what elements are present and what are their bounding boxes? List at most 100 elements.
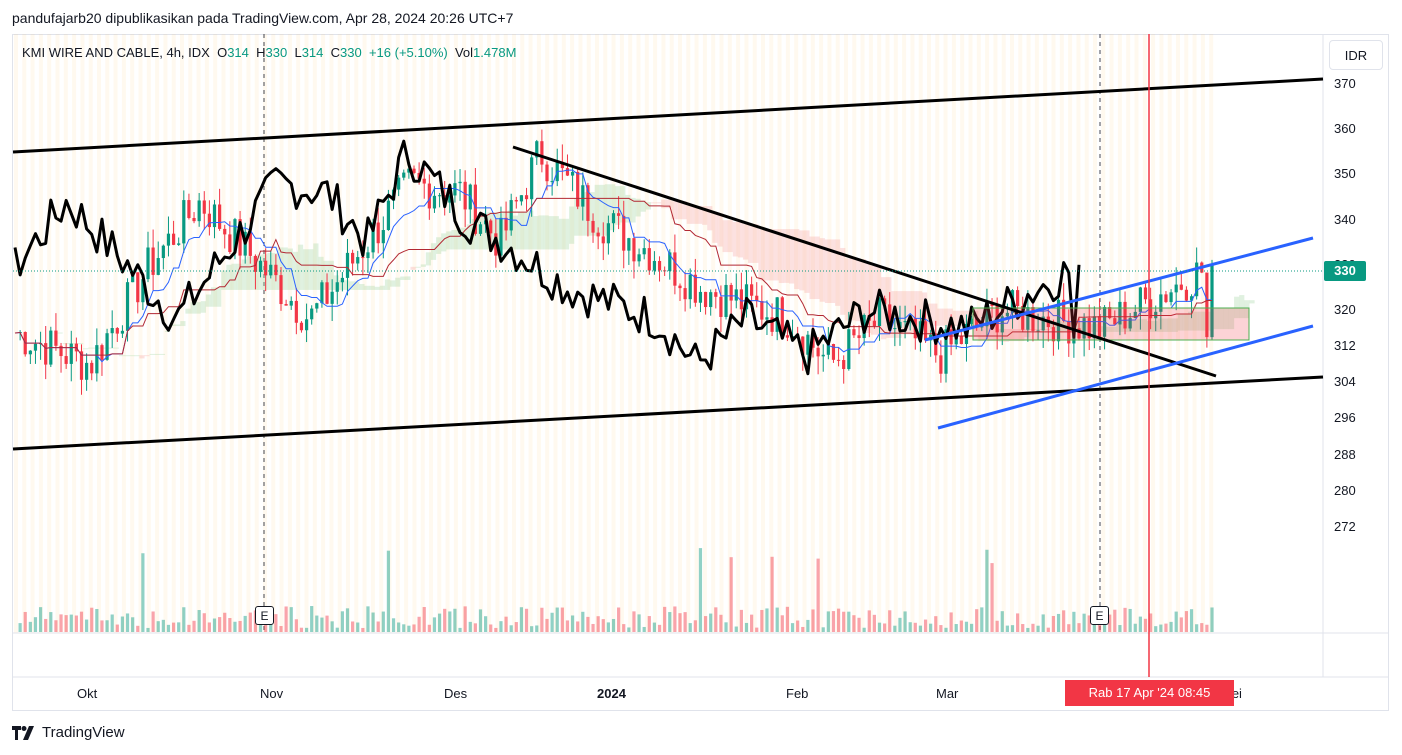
candle-body bbox=[340, 277, 344, 283]
price-chart[interactable] bbox=[0, 0, 1402, 755]
brand-name: TradingView bbox=[42, 724, 125, 741]
volume-bar bbox=[207, 622, 211, 632]
volume-bar bbox=[417, 616, 421, 632]
volume-bar bbox=[1154, 626, 1158, 632]
volume-bar bbox=[509, 625, 513, 632]
volume-bar bbox=[110, 614, 114, 632]
cloud-segment bbox=[737, 221, 744, 258]
session-stripe bbox=[545, 34, 550, 633]
volume-bar bbox=[1123, 607, 1127, 632]
candle-body bbox=[177, 243, 181, 245]
open-value: 314 bbox=[227, 45, 249, 60]
session-stripe bbox=[370, 34, 375, 633]
cloud-segment bbox=[615, 186, 621, 225]
candle-body bbox=[576, 171, 580, 207]
volume-bar bbox=[463, 606, 467, 632]
volume-bar bbox=[64, 615, 68, 632]
cloud-segment bbox=[932, 303, 938, 326]
candle-body bbox=[166, 233, 171, 246]
candle-body bbox=[402, 172, 406, 178]
candle-body bbox=[171, 233, 176, 245]
candle-body bbox=[64, 356, 68, 364]
session-stripe bbox=[595, 34, 599, 633]
candle-body bbox=[877, 298, 882, 326]
session-stripe bbox=[437, 34, 442, 633]
session-stripe bbox=[669, 34, 674, 633]
volume-bar bbox=[530, 626, 534, 632]
tradingview-brand[interactable]: TradingView bbox=[12, 724, 125, 741]
cloud-segment bbox=[88, 347, 94, 349]
session-stripe bbox=[968, 34, 973, 633]
cloud-segment bbox=[425, 252, 432, 266]
volume-bar bbox=[437, 613, 442, 632]
candle-body bbox=[397, 177, 401, 190]
cloud-segment bbox=[732, 221, 738, 257]
volume-bar bbox=[867, 610, 871, 632]
candle-body bbox=[218, 204, 222, 229]
cloud-segment bbox=[185, 308, 191, 314]
candle-body bbox=[432, 195, 437, 209]
cloud-segment bbox=[712, 213, 718, 243]
session-stripe bbox=[769, 34, 774, 633]
volume-bar bbox=[23, 611, 27, 632]
candle-body bbox=[274, 264, 278, 276]
currency-button[interactable]: IDR bbox=[1329, 40, 1383, 70]
volume-bar bbox=[49, 612, 53, 632]
cloud-segment bbox=[313, 243, 319, 290]
cloud-segment bbox=[1249, 300, 1255, 304]
volume-bar bbox=[1056, 613, 1061, 632]
cloud-segment bbox=[195, 302, 201, 314]
candle-body bbox=[463, 181, 467, 210]
session-stripe bbox=[346, 34, 350, 633]
volume-bar bbox=[617, 607, 621, 632]
session-stripe bbox=[761, 34, 765, 633]
candle-body bbox=[1174, 284, 1178, 293]
candle-body bbox=[69, 343, 73, 364]
volume-bar bbox=[448, 611, 452, 632]
cloud-segment bbox=[543, 215, 549, 250]
cloud-segment bbox=[523, 211, 529, 250]
candle-body bbox=[903, 321, 907, 323]
cloud-segment bbox=[666, 199, 672, 209]
volume-bar bbox=[683, 612, 687, 632]
volume-bar bbox=[54, 620, 58, 632]
earnings-marker[interactable]: E bbox=[255, 606, 274, 625]
volume-bar bbox=[228, 618, 232, 632]
volume-bar bbox=[836, 608, 841, 632]
earnings-marker[interactable]: E bbox=[1090, 606, 1109, 625]
cloud-segment bbox=[722, 220, 728, 253]
session-stripe bbox=[213, 34, 218, 633]
session-stripe bbox=[362, 34, 367, 633]
cloud-segment bbox=[942, 308, 948, 326]
session-stripe bbox=[611, 34, 616, 633]
volume-bar bbox=[790, 623, 795, 632]
candle-body bbox=[627, 238, 631, 251]
candle-body bbox=[156, 258, 160, 275]
symbol-legend: KMI WIRE AND CABLE, 4h, IDX O314 H330 L3… bbox=[22, 45, 517, 60]
candle-body bbox=[315, 303, 319, 309]
candle-body bbox=[1179, 284, 1183, 290]
volume-bar bbox=[893, 625, 897, 632]
volume-bar bbox=[59, 614, 63, 632]
candle-body bbox=[637, 254, 641, 262]
volume-bar bbox=[750, 614, 754, 632]
session-stripe bbox=[653, 34, 658, 633]
volume-bar bbox=[120, 616, 125, 632]
session-stripe bbox=[80, 34, 85, 633]
cloud-segment bbox=[650, 202, 657, 204]
price-axis-tick: 272 bbox=[1334, 518, 1356, 534]
cloud-segment bbox=[369, 285, 375, 290]
session-stripe bbox=[686, 34, 691, 633]
candle-body bbox=[197, 200, 201, 222]
session-stripe bbox=[14, 34, 18, 633]
session-stripe bbox=[337, 34, 342, 633]
cloud-segment bbox=[205, 294, 212, 307]
volume-bar bbox=[581, 611, 585, 632]
volume-bar bbox=[647, 616, 651, 632]
candle-body bbox=[1169, 292, 1173, 303]
volume-bar bbox=[831, 611, 836, 632]
cloud-segment bbox=[374, 286, 380, 290]
high-value: 330 bbox=[265, 45, 288, 60]
volume-bar bbox=[693, 620, 697, 632]
symbol-title: KMI WIRE AND CABLE, 4h, IDX bbox=[22, 45, 210, 60]
